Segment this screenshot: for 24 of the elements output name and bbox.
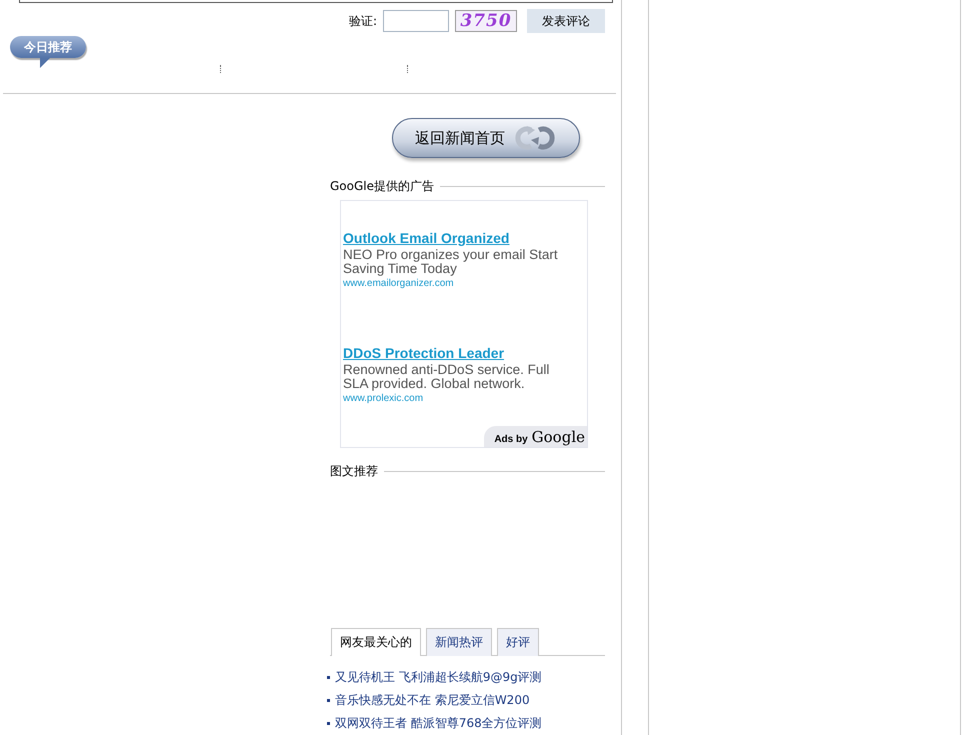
bullet-icon: [327, 676, 330, 679]
tab[interactable]: 网友最关心的: [331, 628, 421, 656]
ad-description: Renowned anti-DDoS service. Full SLA provided. Global network.: [343, 363, 550, 391]
ad-description: NEO Pro organizes your email Start Saving Time Today: [343, 248, 559, 276]
ads-by-tag: Ads by Google: [484, 426, 587, 447]
submit-comment-button[interactable]: 发表评论: [527, 9, 605, 33]
captcha-input-field[interactable]: [383, 10, 449, 32]
refresh-arrows-icon: [513, 124, 557, 152]
recommendation-badge: 今日推荐: [10, 36, 88, 68]
ad-url: www.prolexic.com: [343, 393, 424, 404]
tab[interactable]: 好评: [497, 628, 539, 656]
bullet-icon: [327, 722, 330, 725]
article-link[interactable]: 又见待机王 飞利浦超长续航9@9g评测: [335, 669, 542, 686]
tab[interactable]: 新闻热评: [426, 628, 492, 656]
comment-textarea[interactable]: [19, 0, 613, 3]
ad-url: www.emailorganizer.com: [343, 278, 455, 289]
back-to-news-button[interactable]: 返回新闻首页: [392, 118, 580, 158]
section-title: GooGle提供的广告: [330, 178, 434, 195]
article-link[interactable]: 音乐快感无处不在 索尼爱立信W200: [335, 692, 530, 709]
article-link[interactable]: 双网双待王者 酷派智尊768全方位评测: [335, 715, 542, 732]
bullet-icon: [327, 699, 330, 702]
captcha-label: 验证:: [348, 12, 377, 30]
captcha-image: 3750: [455, 10, 517, 32]
section-title: 图文推荐: [330, 463, 378, 480]
